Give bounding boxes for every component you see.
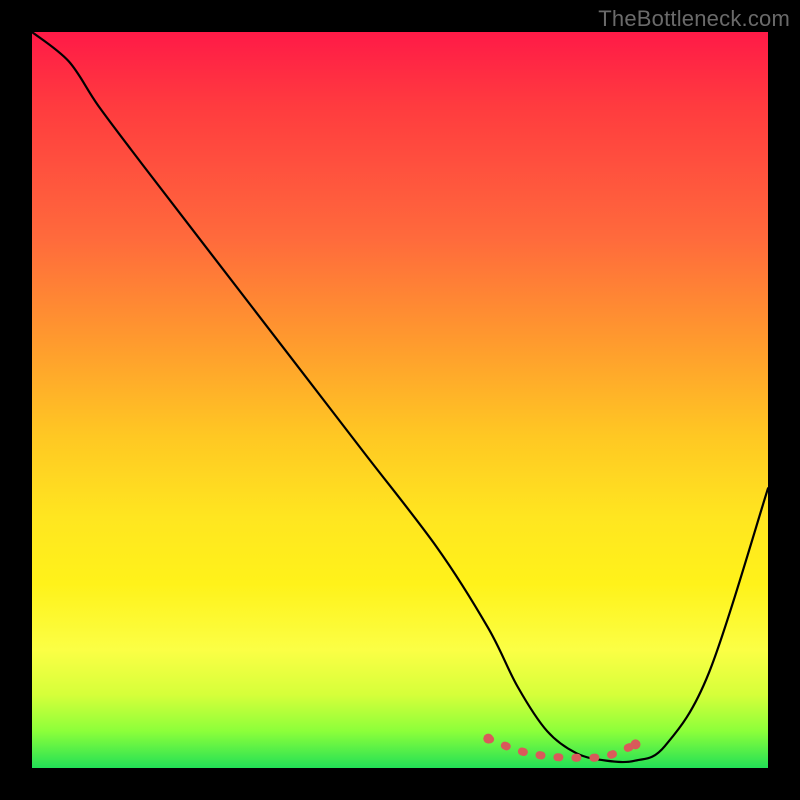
chart-frame: TheBottleneck.com xyxy=(0,0,800,800)
bottleneck-curve xyxy=(32,32,768,762)
optimal-range-endpoint xyxy=(631,739,641,749)
plot-area xyxy=(32,32,768,768)
watermark-text: TheBottleneck.com xyxy=(598,6,790,32)
optimal-range-endpoint xyxy=(483,734,493,744)
curve-svg xyxy=(32,32,768,768)
optimal-range-path xyxy=(488,739,635,758)
